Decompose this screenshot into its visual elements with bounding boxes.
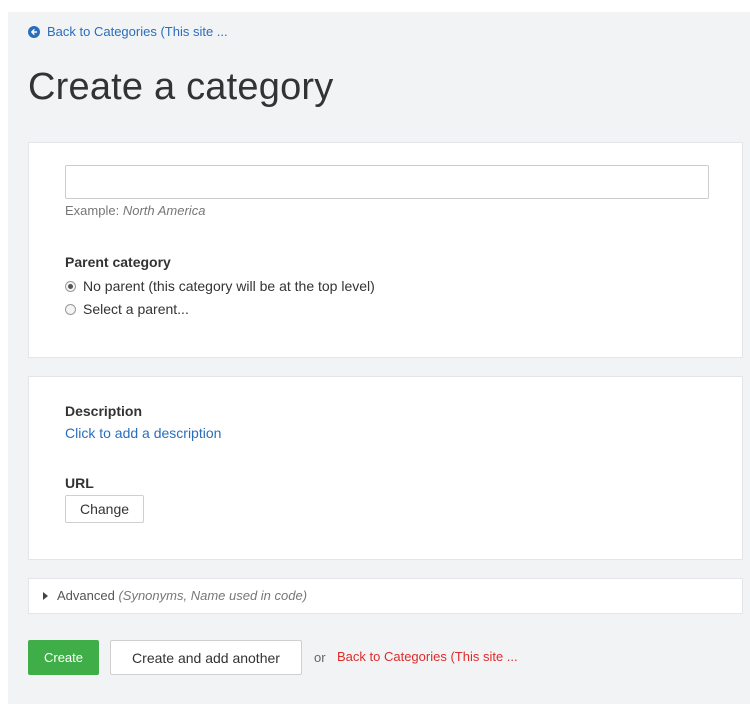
parent-category-label: Parent category [65,254,171,270]
name-parent-panel: Example: North America Parent category N… [28,142,743,358]
radio-no-parent-label: No parent (this category will be at the … [83,278,375,294]
advanced-section[interactable]: Advanced (Synonyms, Name used in code) [28,578,743,614]
advanced-hint: (Synonyms, Name used in code) [118,588,308,603]
page-title: Create a category [28,66,334,108]
advanced-label: Advanced [57,588,115,603]
create-and-add-another-button[interactable]: Create and add another [110,640,302,675]
radio-button[interactable] [65,303,76,315]
url-label: URL [65,475,94,491]
back-to-categories-link-top[interactable]: Back to Categories (This site ... [28,24,228,39]
category-name-input[interactable] [65,165,709,199]
name-example: Example: North America [65,203,206,218]
radio-no-parent[interactable]: No parent (this category will be at the … [65,278,375,294]
add-description-link[interactable]: Click to add a description [65,425,221,441]
description-label: Description [65,403,143,419]
back-link-label: Back to Categories (This site ... [47,24,228,39]
or-text: or [314,650,326,665]
create-button[interactable]: Create [28,640,99,675]
back-to-categories-link-bottom[interactable]: Back to Categories (This site ... [337,649,518,664]
caret-right-icon [43,591,48,600]
page-background: Back to Categories (This site ... Create… [8,12,750,704]
circle-arrow-left-icon [28,25,40,38]
radio-select-parent[interactable]: Select a parent... [65,301,189,317]
radio-select-parent-label: Select a parent... [83,301,189,317]
radio-button-selected[interactable] [65,280,76,292]
advanced-toggle[interactable]: Advanced (Synonyms, Name used in code) [43,588,307,603]
description-url-panel: Description Click to add a description U… [28,376,743,560]
change-url-button[interactable]: Change [65,495,144,523]
